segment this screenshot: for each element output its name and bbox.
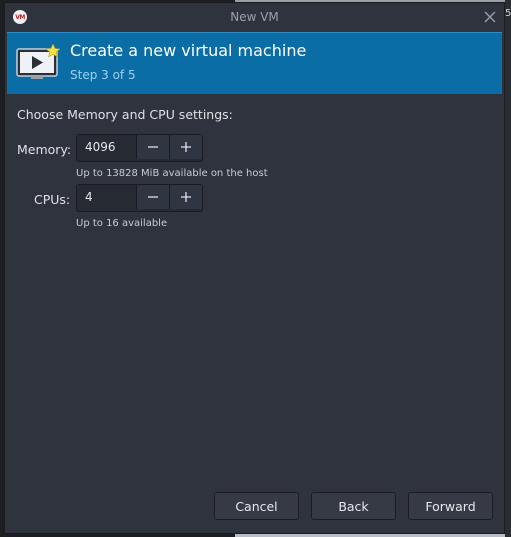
section-heading: Choose Memory and CPU settings:: [17, 107, 233, 122]
cpus-decrement-button[interactable]: [137, 185, 170, 209]
plus-icon: [181, 142, 191, 152]
wizard-title: Create a new virtual machine: [70, 41, 307, 60]
cancel-button[interactable]: Cancel: [214, 492, 299, 520]
memory-increment-button[interactable]: [170, 135, 202, 159]
wizard-step-indicator: Step 3 of 5: [70, 68, 136, 82]
cpus-label: CPUs:: [34, 192, 71, 207]
forward-button[interactable]: Forward: [408, 492, 493, 520]
wizard-header: Create a new virtual machine Step 3 of 5: [7, 32, 502, 94]
close-icon[interactable]: [482, 9, 498, 25]
cpus-input[interactable]: [77, 185, 137, 209]
memory-input[interactable]: [77, 135, 137, 159]
logo-text: VM: [15, 13, 25, 21]
cpus-hint: Up to 16 available: [76, 218, 168, 229]
window-title: New VM: [230, 10, 279, 24]
virt-manager-logo-icon: VM: [13, 10, 27, 24]
plus-icon: [181, 192, 191, 202]
memory-spinner: [76, 134, 203, 162]
cpus-spinner: [76, 184, 203, 212]
background-text: 5: [505, 8, 511, 19]
cpus-increment-button[interactable]: [170, 185, 202, 209]
title-bar: VM New VM: [5, 3, 504, 31]
new-vm-monitor-icon: [16, 44, 60, 79]
memory-decrement-button[interactable]: [137, 135, 170, 159]
new-vm-dialog: VM New VM Create a new virtual machine S…: [4, 2, 505, 534]
memory-label: Memory:: [17, 142, 72, 157]
minus-icon: [148, 146, 158, 148]
back-button[interactable]: Back: [311, 492, 396, 520]
background-window-edge-right: [505, 0, 511, 537]
minus-icon: [148, 196, 158, 198]
memory-hint: Up to 13828 MiB available on the host: [76, 168, 268, 179]
